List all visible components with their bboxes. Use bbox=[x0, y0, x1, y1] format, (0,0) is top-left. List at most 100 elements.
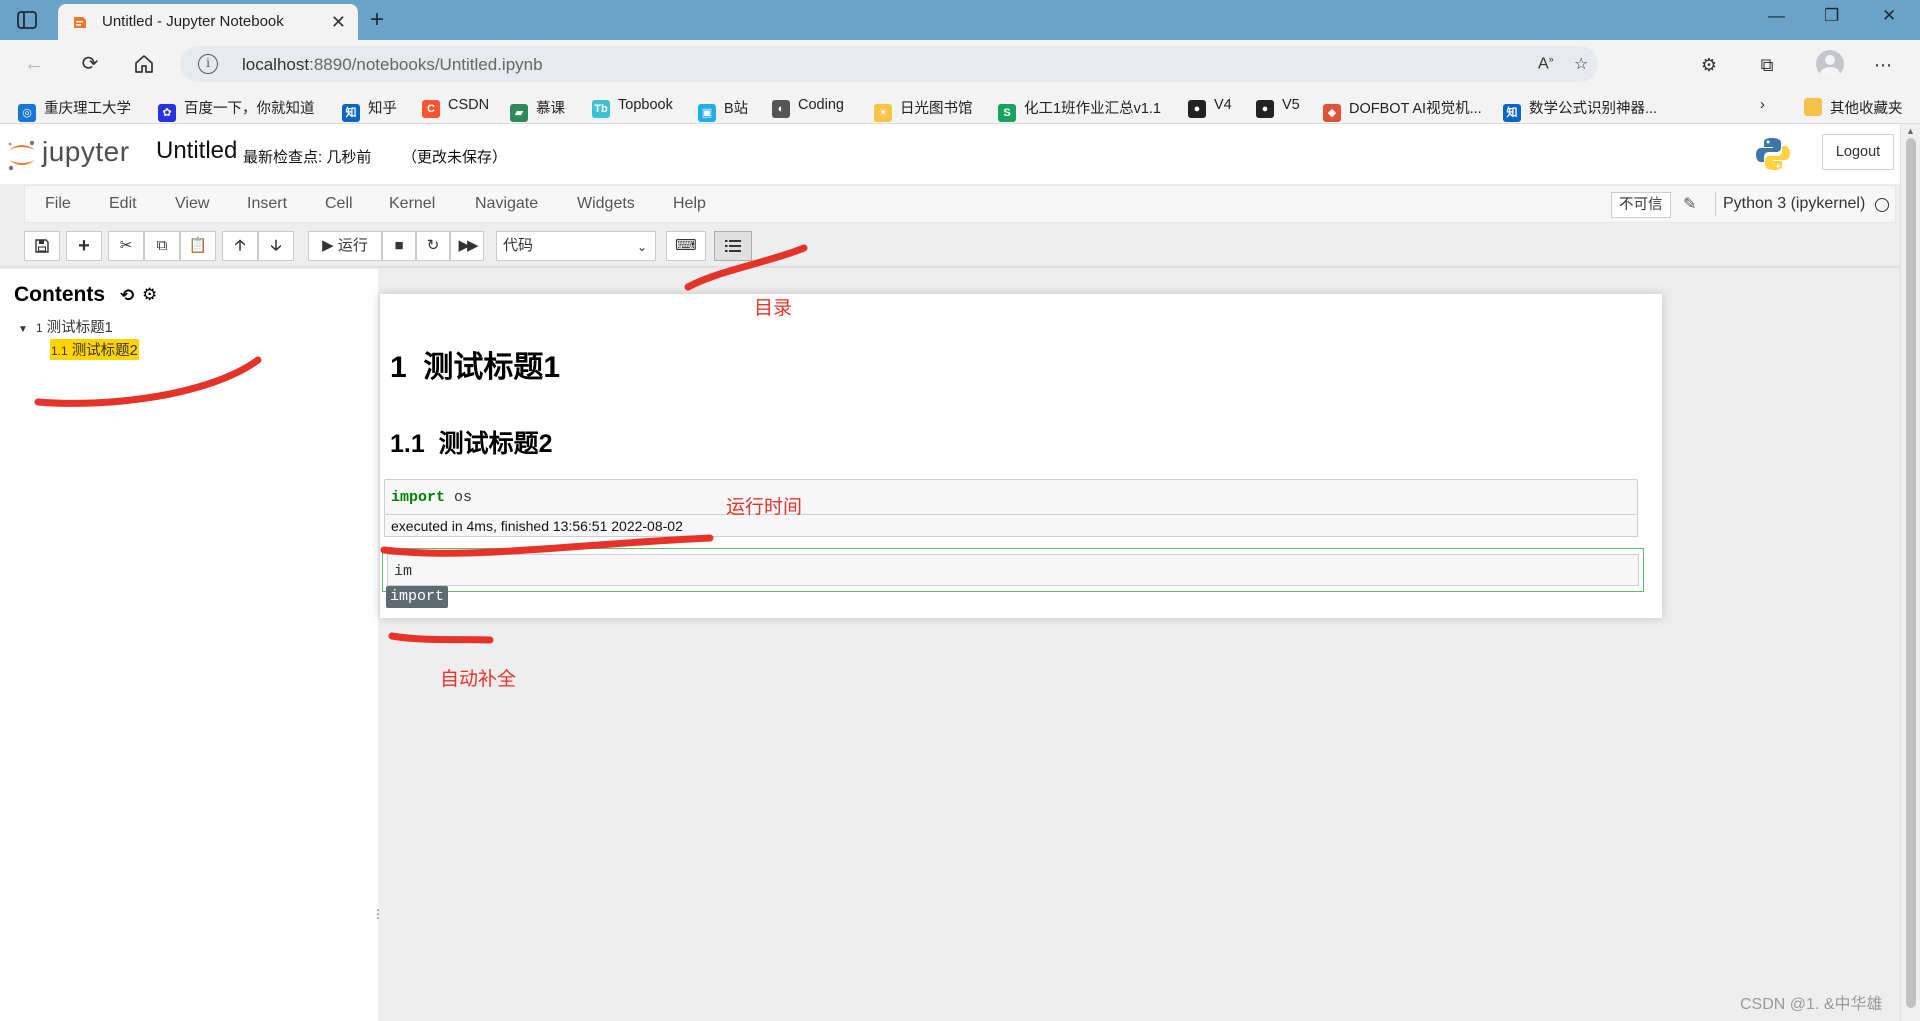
markdown-heading-1[interactable]: 1 测试标题1 bbox=[390, 342, 560, 386]
move-down-button[interactable]: 🡣 bbox=[258, 231, 294, 261]
minimize-icon[interactable]: — bbox=[1768, 6, 1785, 26]
caret-down-icon[interactable]: ▼ bbox=[18, 324, 28, 335]
scroll-thumb[interactable] bbox=[1906, 138, 1916, 1008]
run-button[interactable]: ▶ 运行 bbox=[308, 231, 382, 261]
jupyter-toolbar: + ✂ ⧉ 📋 🡡 🡣 ▶ 运行 ■ ↻ ▶▶ 代码 ⌄ ⌨ bbox=[24, 228, 1896, 264]
bookmark-item[interactable]: ◐ Coding bbox=[772, 97, 844, 118]
menu-cell[interactable]: Cell bbox=[325, 195, 353, 213]
resize-handle[interactable]: ⋮ bbox=[372, 907, 384, 921]
bookmarks-bar: ◎ 重庆理工大学 ✿ 百度一下，你就知道 知知乎 C CSDN ▰ 慕课 Tb Topbook ▣ B站… bbox=[0, 88, 1920, 124]
extensions-icon[interactable]: ⚙ bbox=[1696, 52, 1722, 78]
menu-widgets[interactable]: Widgets bbox=[577, 195, 635, 213]
python-logo-icon bbox=[1755, 136, 1791, 172]
restart-run-all-button[interactable]: ▶▶ bbox=[450, 231, 484, 261]
kernel-idle-icon bbox=[1875, 198, 1889, 212]
browser-tab-bar: Untitled - Jupyter Notebook ✕ + — ❐ ✕ bbox=[0, 0, 1920, 40]
bookmark-item[interactable]: S 化工1班作业汇总v1.1 bbox=[998, 97, 1161, 122]
bookmark-item[interactable]: ◆ DOFBOT AI视觉机... bbox=[1323, 97, 1482, 122]
menu-kernel[interactable]: Kernel bbox=[389, 195, 435, 213]
close-tab-icon[interactable]: ✕ bbox=[331, 12, 346, 33]
url-field[interactable]: i localhost:8890/notebooks/Untitled.ipyn… bbox=[180, 46, 1598, 82]
menu-view[interactable]: View bbox=[175, 195, 209, 213]
bookmark-item[interactable]: ◎ 重庆理工大学 bbox=[18, 97, 131, 122]
toc-title: Contents bbox=[14, 283, 105, 306]
bookmark-item[interactable]: C CSDN bbox=[422, 97, 489, 118]
close-window-icon[interactable]: ✕ bbox=[1882, 6, 1896, 26]
home-icon[interactable] bbox=[130, 50, 158, 78]
collections-icon[interactable]: ⧉ bbox=[1754, 52, 1780, 78]
menu-insert[interactable]: Insert bbox=[247, 195, 287, 213]
menu-file[interactable]: File bbox=[45, 195, 71, 213]
insert-cell-button[interactable]: + bbox=[66, 231, 102, 261]
bookmark-item[interactable]: 知知乎 bbox=[342, 97, 397, 122]
bookmark-item[interactable]: ▰ 慕课 bbox=[510, 97, 565, 122]
profile-avatar[interactable] bbox=[1816, 50, 1844, 78]
markdown-heading-2[interactable]: 1.1 测试标题2 bbox=[390, 424, 553, 460]
restart-button[interactable]: ↻ bbox=[416, 231, 450, 261]
url-text: localhost:8890/notebooks/Untitled.ipynb bbox=[242, 55, 543, 74]
notebook-container: 1 测试标题1 1.1 测试标题2 import os executed in … bbox=[380, 294, 1662, 618]
read-aloud-icon[interactable]: A» bbox=[1538, 54, 1554, 73]
mooc-icon: ▰ bbox=[510, 104, 528, 122]
csdn-icon: C bbox=[422, 100, 440, 118]
other-bookmarks[interactable]: 其他收藏夹 bbox=[1804, 97, 1903, 117]
bookmark-item[interactable]: ● V4 bbox=[1188, 97, 1232, 118]
play-icon: ▶ bbox=[322, 237, 334, 254]
command-palette-button[interactable]: ⌨ bbox=[666, 231, 706, 261]
toc-annotation: 目录 bbox=[754, 298, 793, 319]
logout-button[interactable]: Logout bbox=[1822, 134, 1894, 170]
pencil-icon[interactable]: ✎ bbox=[1683, 194, 1696, 214]
save-icon bbox=[35, 239, 49, 253]
back-icon[interactable]: ← bbox=[20, 50, 48, 78]
menu-edit[interactable]: Edit bbox=[109, 195, 137, 213]
move-up-button[interactable]: 🡡 bbox=[222, 231, 258, 261]
page-scrollbar[interactable]: ▲ bbox=[1900, 124, 1920, 1021]
save-button[interactable] bbox=[24, 231, 60, 261]
restore-icon[interactable]: ❐ bbox=[1824, 6, 1839, 26]
cell-type-select[interactable]: 代码 ⌄ bbox=[496, 231, 656, 261]
more-menu-icon[interactable]: ⋯ bbox=[1870, 52, 1896, 78]
browser-address-bar: ← ⟳ i localhost:8890/notebooks/Untitled.… bbox=[0, 40, 1920, 88]
paste-button[interactable]: 📋 bbox=[180, 231, 216, 261]
kernel-name[interactable]: Python 3 (ipykernel) bbox=[1723, 195, 1865, 213]
bookmark-item[interactable]: ▣ B站 bbox=[698, 97, 748, 122]
tab-actions-icon[interactable] bbox=[16, 9, 38, 31]
copy-button[interactable]: ⧉ bbox=[144, 231, 180, 261]
bookmark-item[interactable]: ☀ 日光图书馆 bbox=[874, 97, 973, 122]
menu-help[interactable]: Help bbox=[673, 195, 706, 213]
list-icon bbox=[725, 240, 741, 252]
bilibili-icon: ▣ bbox=[698, 104, 716, 122]
new-tab-icon[interactable]: + bbox=[370, 6, 384, 34]
cqut-logo-icon: ◎ bbox=[18, 104, 36, 122]
baidu-paw-icon: ✿ bbox=[158, 104, 176, 122]
refresh-icon[interactable]: ⟲ bbox=[120, 286, 134, 306]
code-editor[interactable]: im bbox=[387, 554, 1639, 586]
not-trusted-button[interactable]: 不可信 bbox=[1611, 192, 1671, 218]
site-info-icon[interactable]: i bbox=[198, 54, 218, 74]
jupyter-logo-text[interactable]: jupyter bbox=[42, 136, 130, 168]
github-icon: ● bbox=[1256, 100, 1274, 118]
toc-item-1-1[interactable]: 1.1 测试标题2 bbox=[50, 339, 139, 360]
jupyter-logo-icon[interactable] bbox=[5, 138, 39, 172]
bookmark-item[interactable]: ● V5 bbox=[1256, 97, 1300, 118]
bookmark-item[interactable]: ✿ 百度一下，你就知道 bbox=[158, 97, 315, 122]
browser-tab-active[interactable]: Untitled - Jupyter Notebook ✕ bbox=[58, 4, 358, 40]
bookmarks-overflow-icon[interactable]: › bbox=[1760, 97, 1765, 117]
bookmark-item[interactable]: Tb Topbook bbox=[592, 97, 673, 118]
sun-icon: ☀ bbox=[874, 104, 892, 122]
interrupt-button[interactable]: ■ bbox=[382, 231, 416, 261]
bookmark-item[interactable]: 知数学公式识别神器... bbox=[1503, 97, 1657, 122]
code-cell-input[interactable]: import os bbox=[384, 479, 1638, 515]
add-favorite-icon[interactable]: ☆ bbox=[1574, 54, 1588, 74]
menu-navigate[interactable]: Navigate bbox=[475, 195, 538, 213]
scroll-up-icon[interactable]: ▲ bbox=[1906, 126, 1915, 136]
autocomplete-suggestion[interactable]: import bbox=[386, 586, 449, 608]
toc-item-1[interactable]: ▼ 1 测试标题1 bbox=[18, 316, 113, 337]
toc-toggle-button[interactable] bbox=[714, 231, 752, 261]
active-code-cell[interactable]: im bbox=[382, 548, 1644, 592]
watermark: CSDN @1. &中华雄 bbox=[1740, 996, 1883, 1013]
cut-button[interactable]: ✂ bbox=[108, 231, 144, 261]
reload-icon[interactable]: ⟳ bbox=[76, 50, 104, 78]
gear-icon[interactable]: ⚙ bbox=[142, 285, 157, 305]
notebook-name[interactable]: Untitled bbox=[156, 137, 237, 165]
